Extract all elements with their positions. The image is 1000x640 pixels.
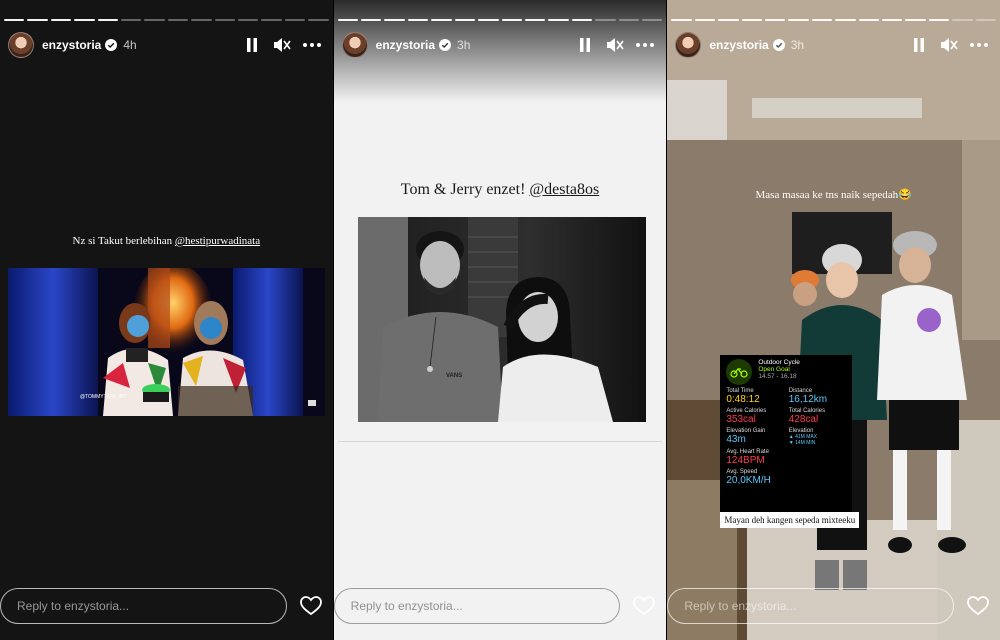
story-photo: @TOMMYTJAK_WT [8, 268, 325, 416]
pause-icon[interactable] [576, 36, 594, 54]
more-options-icon[interactable] [970, 36, 989, 54]
story-caption: Nz si Takut berlebihan @hestipurwadinata [72, 235, 261, 247]
heart-icon[interactable] [632, 594, 656, 618]
divider [337, 441, 663, 442]
story-header: enzystoria 3h [334, 30, 667, 60]
story-progress [337, 19, 663, 21]
more-options-icon[interactable] [636, 36, 655, 54]
story-progress [4, 19, 329, 21]
story-footer: Reply to enzystoria... [333, 588, 667, 624]
photo-watermark: @TOMMYTJAK_WT [80, 394, 126, 400]
post-time: 4h [123, 38, 137, 52]
story-caption: Masa masaa ke tns naik sepedah😂 [755, 189, 912, 201]
story-caption: Tom & Jerry enzet! @desta8os [400, 181, 600, 198]
active-cal-value: 353cal [726, 414, 756, 425]
story-progress [671, 19, 997, 21]
mention-link[interactable]: @desta8os [529, 181, 599, 198]
mute-icon[interactable] [273, 36, 291, 54]
username[interactable]: enzystoria [42, 38, 101, 52]
mute-icon[interactable] [940, 36, 958, 54]
story-3[interactable]: enzystoria 3h Masa masaa ke tns naik sep… [667, 0, 1000, 640]
workout-summary-card: Outdoor Cycle Open Goal 14.57 - 16.18 To… [720, 355, 853, 515]
heart-icon[interactable] [299, 594, 323, 618]
verified-icon [772, 39, 785, 51]
total-time-value: 0:48:12 [726, 394, 760, 405]
reply-input[interactable]: Reply to enzystoria... [667, 588, 955, 624]
shirt-text: VANS [446, 373, 462, 379]
mention-link[interactable]: @hestipurwadinata [175, 235, 260, 247]
more-options-icon[interactable] [302, 36, 321, 54]
reply-input[interactable]: Reply to enzystoria... [333, 588, 621, 624]
avatar[interactable] [341, 32, 368, 58]
story-footer: Reply to enzystoria... [667, 588, 1000, 624]
verified-icon [439, 39, 452, 51]
distance-value: 16,12km [788, 394, 828, 405]
workout-title: Outdoor Cycle [758, 359, 800, 366]
verified-icon [105, 39, 118, 51]
story-photo: VANS [357, 217, 646, 422]
stories-strip: enzystoria 4h Nz si Takut berlebihan @he… [0, 0, 1000, 640]
username[interactable]: enzystoria [376, 38, 435, 52]
avatar[interactable] [675, 32, 702, 58]
story-1[interactable]: enzystoria 4h Nz si Takut berlebihan @he… [0, 0, 333, 640]
story-2[interactable]: enzystoria 3h Tom & Jerry enzet! @desta8… [333, 0, 667, 640]
story-photo [667, 0, 1000, 640]
username[interactable]: enzystoria [709, 38, 768, 52]
total-cal-value: 428cal [788, 414, 819, 425]
post-time: 3h [790, 38, 805, 52]
story-header: enzystoria 4h [0, 30, 333, 60]
heart-rate-value: 124BPM [726, 455, 765, 466]
elev-min: ▼ 14M MIN [788, 440, 816, 446]
story-footer: Reply to enzystoria... [0, 588, 333, 624]
speed-value: 20,0KM/H [726, 475, 771, 486]
pause-icon[interactable] [243, 36, 261, 54]
story-header: enzystoria 3h [667, 30, 1000, 60]
text-sticker: Mayan deh kangen sepeda mixteeku [720, 512, 860, 528]
bike-icon [726, 359, 753, 385]
post-time: 3h [457, 38, 471, 52]
avatar[interactable] [8, 32, 34, 58]
pause-icon[interactable] [910, 36, 928, 54]
heart-icon[interactable] [966, 594, 990, 618]
reply-input[interactable]: Reply to enzystoria... [0, 588, 287, 624]
elev-gain-value: 43m [726, 434, 746, 445]
workout-time-range: 14.57 - 16.18 [758, 373, 797, 380]
workout-subtitle: Open Goal [758, 366, 790, 373]
mute-icon[interactable] [606, 36, 624, 54]
